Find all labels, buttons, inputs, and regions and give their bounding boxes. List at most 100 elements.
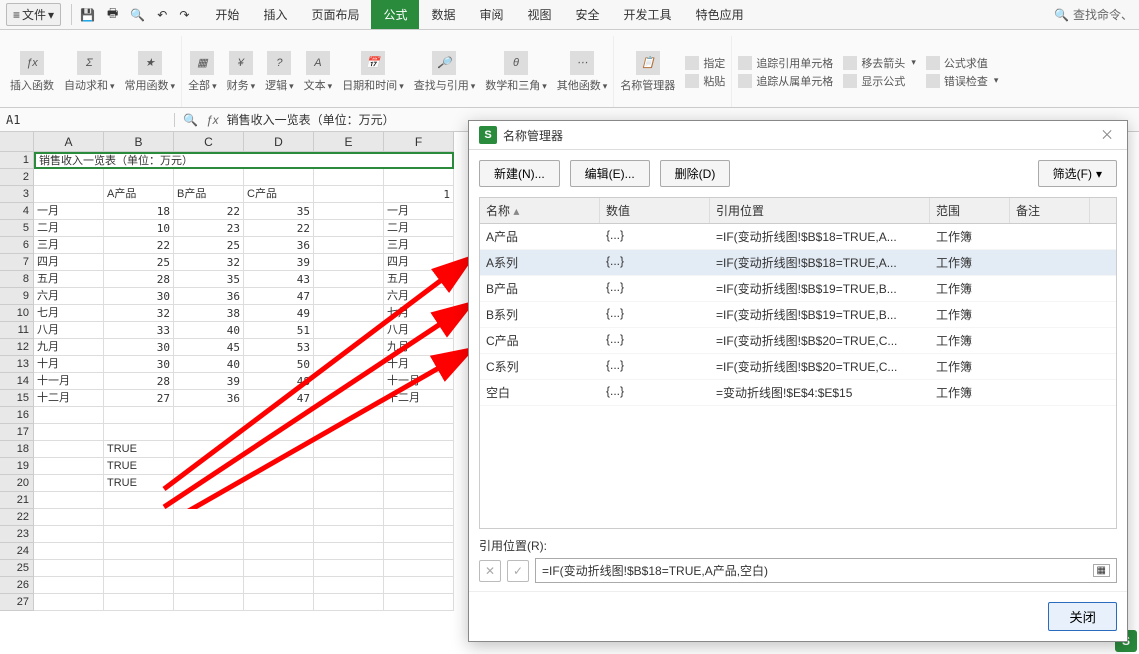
- cell[interactable]: [384, 560, 454, 577]
- cell[interactable]: [384, 509, 454, 526]
- collapse-icon[interactable]: ▦: [1093, 564, 1110, 577]
- cell[interactable]: [314, 271, 384, 288]
- col-header[interactable]: B: [104, 132, 174, 152]
- cell[interactable]: 22: [104, 237, 174, 254]
- cell[interactable]: [174, 169, 244, 186]
- cell[interactable]: 六月: [384, 288, 454, 305]
- cell[interactable]: 七月: [384, 305, 454, 322]
- cell[interactable]: [34, 169, 104, 186]
- cell[interactable]: 八月: [34, 322, 104, 339]
- table-row[interactable]: A系列{...}=IF(变动折线图!$B$18=TRUE,A...工作簿: [480, 250, 1116, 276]
- cell[interactable]: C产品: [244, 186, 314, 203]
- cell[interactable]: [244, 169, 314, 186]
- table-row[interactable]: A产品{...}=IF(变动折线图!$B$18=TRUE,A...工作簿: [480, 224, 1116, 250]
- cell[interactable]: [34, 509, 104, 526]
- cell[interactable]: 45: [174, 339, 244, 356]
- common-fn[interactable]: ★常用函数▾: [125, 51, 176, 93]
- show-formula[interactable]: 显示公式: [843, 73, 916, 89]
- cell[interactable]: [384, 526, 454, 543]
- tab-layout[interactable]: 页面布局: [299, 0, 371, 29]
- col-header[interactable]: C: [174, 132, 244, 152]
- cell[interactable]: [174, 424, 244, 441]
- zoom-icon[interactable]: 🔍: [183, 113, 198, 127]
- cell[interactable]: [314, 356, 384, 373]
- cell[interactable]: TRUE: [104, 475, 174, 492]
- cell[interactable]: 九月: [34, 339, 104, 356]
- cell[interactable]: [244, 492, 314, 509]
- tab-start[interactable]: 开始: [203, 0, 251, 29]
- cell[interactable]: 三月: [384, 237, 454, 254]
- tab-security[interactable]: 安全: [564, 0, 612, 29]
- cell[interactable]: [314, 288, 384, 305]
- cell[interactable]: 十月: [384, 356, 454, 373]
- cell[interactable]: 39: [174, 373, 244, 390]
- cell[interactable]: 25: [174, 237, 244, 254]
- row-header[interactable]: 9: [0, 288, 34, 305]
- fx-icon[interactable]: ƒx: [206, 113, 219, 127]
- cell[interactable]: [314, 526, 384, 543]
- cell[interactable]: [174, 560, 244, 577]
- dialog-titlebar[interactable]: S 名称管理器 ⨉: [469, 121, 1127, 150]
- cell[interactable]: 38: [174, 305, 244, 322]
- eval-formula[interactable]: 公式求值: [926, 55, 999, 71]
- cell[interactable]: 十一月: [34, 373, 104, 390]
- cell[interactable]: 六月: [34, 288, 104, 305]
- insert-fn[interactable]: ƒx插入函数: [10, 51, 54, 93]
- cell[interactable]: 28: [104, 271, 174, 288]
- cell[interactable]: [314, 373, 384, 390]
- cell[interactable]: 28: [104, 373, 174, 390]
- cell[interactable]: [174, 492, 244, 509]
- cell[interactable]: [314, 237, 384, 254]
- cell[interactable]: 49: [244, 305, 314, 322]
- row-header[interactable]: 8: [0, 271, 34, 288]
- cell[interactable]: [174, 543, 244, 560]
- col-header[interactable]: E: [314, 132, 384, 152]
- cell[interactable]: [174, 526, 244, 543]
- cell[interactable]: [104, 594, 174, 611]
- cell[interactable]: 一月: [384, 203, 454, 220]
- cell[interactable]: [384, 458, 454, 475]
- cell[interactable]: [384, 441, 454, 458]
- cell[interactable]: [104, 560, 174, 577]
- cell[interactable]: 47: [244, 390, 314, 407]
- cell[interactable]: [174, 509, 244, 526]
- cell[interactable]: [314, 322, 384, 339]
- th-note[interactable]: 备注: [1010, 198, 1090, 223]
- delete-button[interactable]: 删除(D): [660, 160, 731, 187]
- cell[interactable]: [104, 169, 174, 186]
- preview-icon[interactable]: 🔍: [130, 8, 145, 22]
- cell[interactable]: 四月: [34, 254, 104, 271]
- paste[interactable]: 粘贴: [685, 73, 725, 89]
- row-header[interactable]: 24: [0, 543, 34, 560]
- cell[interactable]: [34, 594, 104, 611]
- cell[interactable]: 30: [104, 356, 174, 373]
- cell[interactable]: [174, 441, 244, 458]
- cell[interactable]: 五月: [34, 271, 104, 288]
- cell[interactable]: 1: [384, 186, 454, 203]
- cell[interactable]: [174, 577, 244, 594]
- assign[interactable]: 指定: [685, 55, 725, 71]
- cell[interactable]: [314, 475, 384, 492]
- table-row[interactable]: 空白{...}=变动折线图!$E$4:$E$15工作簿: [480, 380, 1116, 406]
- cell[interactable]: 七月: [34, 305, 104, 322]
- row-header[interactable]: 25: [0, 560, 34, 577]
- cell[interactable]: [104, 543, 174, 560]
- name-box[interactable]: A1: [0, 113, 175, 127]
- row-header[interactable]: 4: [0, 203, 34, 220]
- cell[interactable]: [384, 169, 454, 186]
- cell[interactable]: 18: [104, 203, 174, 220]
- row-header[interactable]: 11: [0, 322, 34, 339]
- remove-arrows[interactable]: 移去箭头▾: [843, 55, 916, 71]
- redo-icon[interactable]: ↷: [179, 8, 189, 22]
- cell[interactable]: [104, 492, 174, 509]
- other-fn[interactable]: ⋯其他函数▾: [557, 51, 608, 93]
- cell[interactable]: 35: [174, 271, 244, 288]
- all-fn[interactable]: ▦全部▾: [188, 51, 217, 93]
- cell[interactable]: [314, 407, 384, 424]
- cell[interactable]: A产品: [104, 186, 174, 203]
- merged-title-cell[interactable]: 销售收入一览表（单位：万元）: [34, 152, 454, 169]
- cell[interactable]: [314, 390, 384, 407]
- cell[interactable]: 30: [104, 288, 174, 305]
- math-fn[interactable]: θ数学和三角▾: [485, 51, 547, 93]
- row-header[interactable]: 12: [0, 339, 34, 356]
